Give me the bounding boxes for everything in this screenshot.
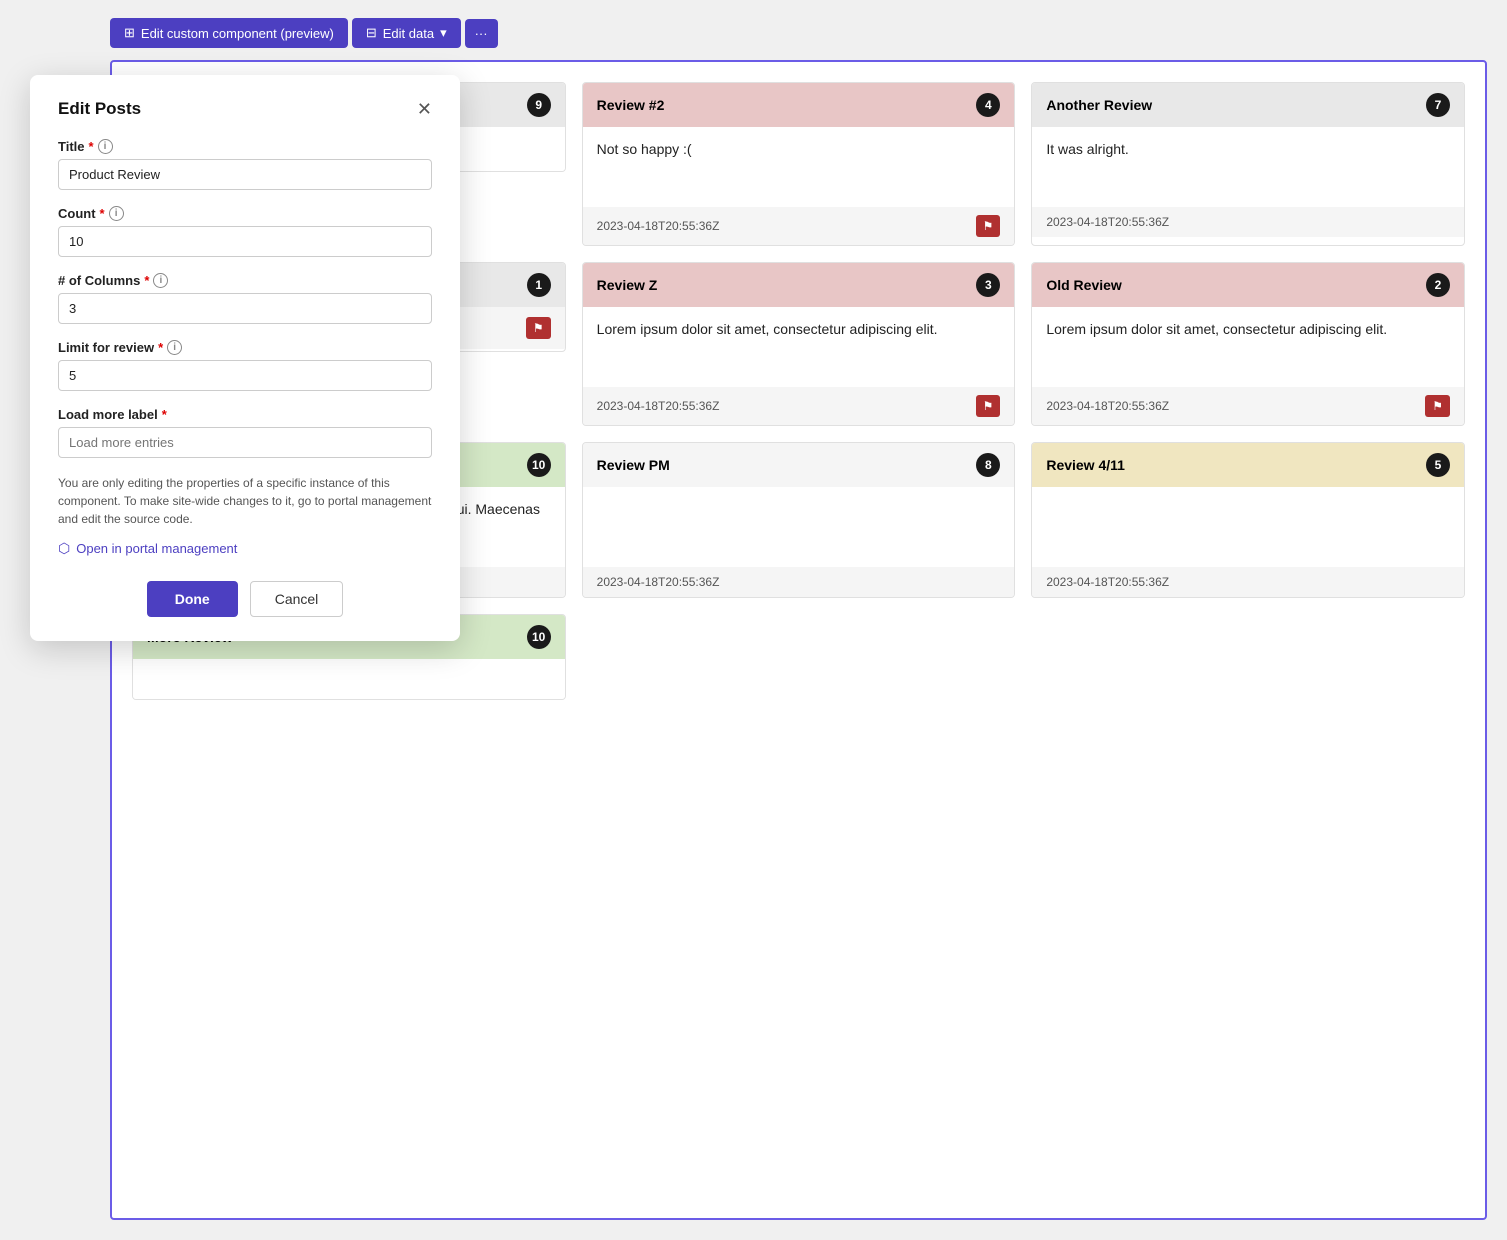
card-badge: 5 <box>1426 453 1450 477</box>
card-old-review: Old Review 2 Lorem ipsum dolor sit amet,… <box>1031 262 1465 426</box>
cancel-button[interactable]: Cancel <box>250 581 344 617</box>
edit-data-label: Edit data <box>383 26 434 41</box>
load-more-label: Load more label * <box>58 407 432 422</box>
card-footer: 2023-04-18T20:55:36Z ⚑ <box>583 387 1015 425</box>
flag-button[interactable]: ⚑ <box>976 215 1001 237</box>
card-badge: 10 <box>527 453 551 477</box>
done-button[interactable]: Done <box>147 581 238 617</box>
card-body <box>583 487 1015 567</box>
modal-header: Edit Posts ✕ <box>58 99 432 119</box>
title-label: Title * i <box>58 139 432 154</box>
card-another-review: Another Review 7 It was alright. 2023-04… <box>1031 82 1465 246</box>
card-timestamp: 2023-04-18T20:55:36Z <box>597 575 720 589</box>
card-badge: 8 <box>976 453 1000 477</box>
modal-actions: Done Cancel <box>58 581 432 617</box>
edit-data-button[interactable]: ⊟ Edit data ▾ <box>352 18 461 48</box>
dots-label: ··· <box>475 26 488 41</box>
toolbar: ⊞ Edit custom component (preview) ⊟ Edit… <box>110 18 498 48</box>
modal-note: You are only editing the properties of a… <box>58 474 432 528</box>
columns-field-group: # of Columns * i <box>58 273 432 324</box>
card-review-2: Review #2 4 Not so happy :( 2023-04-18T2… <box>582 82 1016 246</box>
title-info-icon: i <box>98 139 113 154</box>
card-review-4-11: Review 4/11 5 2023-04-18T20:55:36Z <box>1031 442 1465 598</box>
count-field-group: Count * i <box>58 206 432 257</box>
flag-button-partial[interactable]: ⚑ <box>526 317 551 339</box>
card-title: Another Review <box>1046 97 1152 113</box>
columns-info-icon: i <box>153 273 168 288</box>
card-badge: 10 <box>527 625 551 649</box>
card-timestamp: 2023-04-18T20:55:36Z <box>597 219 720 233</box>
card-timestamp: 2023-04-18T20:55:36Z <box>1046 215 1169 229</box>
card-footer: 2023-04-18T20:55:36Z <box>583 567 1015 597</box>
flag-button[interactable]: ⚑ <box>976 395 1001 417</box>
count-label: Count * i <box>58 206 432 221</box>
card-badge: 3 <box>976 273 1000 297</box>
card-timestamp: 2023-04-18T20:55:36Z <box>1046 575 1169 589</box>
title-input[interactable] <box>58 159 432 190</box>
card-body: It was alright. <box>1032 127 1464 207</box>
card-footer: 2023-04-18T20:55:36Z ⚑ <box>583 207 1015 245</box>
partial-badge-2: 1 <box>527 273 551 297</box>
component-icon: ⊞ <box>124 25 135 41</box>
portal-management-link[interactable]: ⬡ Open in portal management <box>58 540 432 557</box>
card-title: Review PM <box>597 457 670 473</box>
card-footer: 2023-04-18T20:55:36Z ⚑ <box>1032 387 1464 425</box>
count-info-icon: i <box>109 206 124 221</box>
chevron-down-icon: ▾ <box>440 25 447 41</box>
modal-title: Edit Posts <box>58 99 141 119</box>
columns-input[interactable] <box>58 293 432 324</box>
card-title: Old Review <box>1046 277 1121 293</box>
flag-button[interactable]: ⚑ <box>1425 395 1450 417</box>
card-title: Review 4/11 <box>1046 457 1125 473</box>
external-link-icon: ⬡ <box>58 540 70 557</box>
card-body <box>1032 487 1464 567</box>
limit-label: Limit for review * i <box>58 340 432 355</box>
card-timestamp: 2023-04-18T20:55:36Z <box>1046 399 1169 413</box>
count-input[interactable] <box>58 226 432 257</box>
grid-icon: ⊟ <box>366 25 377 41</box>
portal-link-label: Open in portal management <box>76 541 237 556</box>
card-review-z: Review Z 3 Lorem ipsum dolor sit amet, c… <box>582 262 1016 426</box>
edit-posts-modal: Edit Posts ✕ Title * i Count * i # of Co… <box>30 75 460 641</box>
card-badge: 4 <box>976 93 1000 117</box>
edit-component-label: Edit custom component (preview) <box>141 26 334 41</box>
card-title: Review #2 <box>597 97 665 113</box>
load-more-field-group: Load more label * <box>58 407 432 458</box>
card-badge: 2 <box>1426 273 1450 297</box>
card-body <box>133 659 565 699</box>
title-field-group: Title * i <box>58 139 432 190</box>
more-options-button[interactable]: ··· <box>465 19 498 48</box>
card-review-pm: Review PM 8 2023-04-18T20:55:36Z <box>582 442 1016 598</box>
modal-close-button[interactable]: ✕ <box>417 100 432 118</box>
limit-input[interactable] <box>58 360 432 391</box>
partial-badge-top: 9 <box>527 93 551 117</box>
card-body: Lorem ipsum dolor sit amet, consectetur … <box>583 307 1015 387</box>
card-title: Review Z <box>597 277 658 293</box>
card-timestamp: 2023-04-18T20:55:36Z <box>597 399 720 413</box>
limit-field-group: Limit for review * i <box>58 340 432 391</box>
edit-component-button[interactable]: ⊞ Edit custom component (preview) <box>110 18 348 48</box>
card-body: Lorem ipsum dolor sit amet, consectetur … <box>1032 307 1464 387</box>
card-body: Not so happy :( <box>583 127 1015 207</box>
load-more-input[interactable] <box>58 427 432 458</box>
limit-info-icon: i <box>167 340 182 355</box>
card-footer: 2023-04-18T20:55:36Z <box>1032 207 1464 237</box>
columns-label: # of Columns * i <box>58 273 432 288</box>
card-badge: 7 <box>1426 93 1450 117</box>
card-footer: 2023-04-18T20:55:36Z <box>1032 567 1464 597</box>
